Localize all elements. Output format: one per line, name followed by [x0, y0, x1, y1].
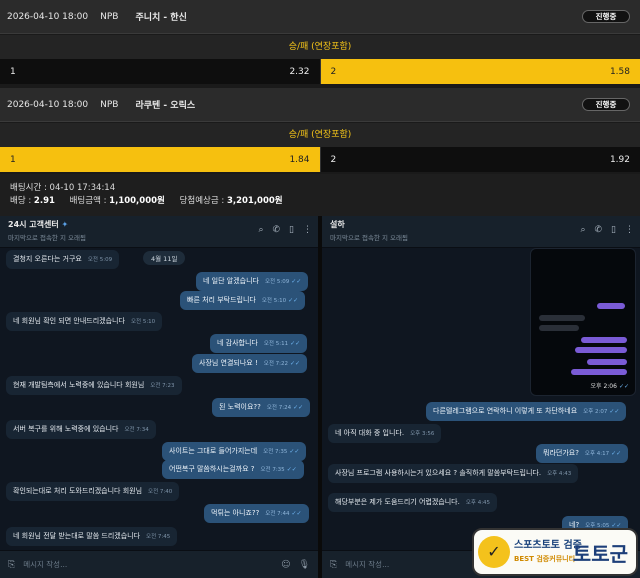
status-badge: 진행중	[582, 98, 630, 111]
phone-icon[interactable]: ✆	[273, 225, 281, 235]
logo-line1: 스포츠토토 검증	[514, 540, 582, 551]
odds-option-2[interactable]: 2 1.92	[319, 147, 640, 172]
chat-actions: ⌕ ✆ ▯ ⋮	[580, 225, 634, 235]
option-odd: 1.58	[609, 66, 630, 77]
match-date: 2026-04-10 18:00	[7, 11, 89, 22]
message-bubble: 먹튀는 아니죠?? 오전 7:44 ✓✓	[204, 504, 309, 523]
bet-summary: 배팅시간 : 04-10 17:34:14 배당 : 2.91 배팅금액 : 1…	[0, 174, 640, 216]
message-bubble: 다른텔레그램으로 연락하니 이렇게 또 차단하네요 오후 2:07 ✓✓	[426, 402, 627, 421]
message-bubble: 뭐라던가요? 오후 4:17 ✓✓	[536, 444, 629, 463]
option-odd: 1.84	[289, 154, 310, 165]
message-bubble: 네 일단 알겠습니다 오전 5:09 ✓✓	[196, 272, 309, 291]
attach-icon[interactable]: ⎘	[8, 560, 15, 570]
message-bubble: 빠른 처리 부탁드립니다 오전 5:10 ✓✓	[180, 291, 306, 310]
message-list: 결청지 오른다는 거구요 오전 5:09 4월 11일 네 일단 알겠습니다 오전 …	[0, 248, 318, 550]
message-bubble: 확인되는대로 처리 도와드리겠습니다 회원님 오전 7:40	[6, 482, 180, 501]
sidebar-icon[interactable]: ▯	[611, 225, 616, 235]
status-badge: 진행중	[582, 10, 630, 23]
message-bubble: 해당부분은 제가 도움드리기 어렵겠습니다. 오후 4:45	[328, 493, 498, 512]
more-icon[interactable]: ⋮	[625, 225, 634, 235]
sidebar-icon[interactable]: ▯	[289, 225, 294, 235]
option-label: 2	[330, 66, 337, 77]
odds-option-1[interactable]: 1 1.84	[0, 147, 320, 172]
odds-row: 1 1.84 2 1.92	[0, 147, 640, 172]
market-title: 승/패 (연장포함)	[0, 35, 640, 59]
message-bubble: 사장님 연결되나요 ! 오전 7:22 ✓✓	[192, 354, 308, 373]
message-bubble: 사장님 프로그램 사용하시는거 있으세요 ? 솔직하게 말씀부탁드립니다. 오후 …	[328, 464, 579, 483]
shared-screenshot-image[interactable]: 오후 2:06 ✓✓	[530, 248, 636, 396]
message-bubble: 된 노력이요?? 오전 7:24 ✓✓	[212, 398, 311, 417]
message-bubble: 서버 복구를 위해 노력중에 있습니다 오전 7:34	[6, 420, 156, 439]
option-label: 1	[10, 66, 16, 77]
match-date: 2026-04-10 18:00	[7, 99, 89, 110]
watermark-logo: ✓ 스포츠토토 검증 BEST 검증커뮤니티 토토군	[472, 528, 638, 576]
message-list: 오후 2:06 ✓✓ 다른텔레그램으로 연락하니 이렇게 또 차단하네요 오후 2:…	[322, 248, 640, 550]
message-bubble: 사이트는 그대로 들어가지는데 오전 7:35 ✓✓	[162, 442, 307, 461]
chat-header: 24시 고객센터 ✦ 마지막으로 접속한 지 오래됨 ⌕ ✆ ▯ ⋮	[0, 216, 318, 248]
odds-label: 배당 :	[10, 196, 32, 206]
odds-row: 1 2.32 2 1.58	[0, 59, 640, 84]
verified-icon: ✦	[61, 220, 69, 229]
message-input[interactable]: 메시지 작성...	[23, 559, 273, 570]
chat-panel-seolha: 설하 마지막으로 접속한 지 오래됨 ⌕ ✆ ▯ ⋮ 오후 2:06 ✓✓ 다른텔…	[322, 216, 640, 578]
match-teams: 라쿠텐 - 오릭스	[135, 101, 196, 111]
amount-value: 1,100,000원	[109, 196, 165, 206]
odds-option-1[interactable]: 1 2.32	[0, 59, 320, 84]
odds-value: 2.91	[33, 196, 55, 206]
mic-icon[interactable]: 🎙	[299, 560, 310, 570]
amount-label: 배팅금액 :	[69, 196, 107, 206]
message-bubble: 현재 개발팀측에서 노력중에 있습니다 회원님 오전 7:23	[6, 376, 182, 395]
screenshot-time: 오후 2:06 ✓✓	[590, 383, 629, 390]
bet-time: 배팅시간 : 04-10 17:34:14	[10, 183, 116, 193]
logo-mascot-icon: ✓	[478, 536, 510, 568]
chat-header: 설하 마지막으로 접속한 지 오래됨 ⌕ ✆ ▯ ⋮	[322, 216, 640, 248]
market-title: 승/패 (연장포함)	[0, 123, 640, 147]
logo-line2: BEST 검증커뮤니티	[514, 555, 576, 563]
option-label: 1	[10, 154, 16, 165]
message-bubble: 어떤복구 말씀하시는걸까요 ? 오전 7:35 ✓✓	[162, 460, 304, 479]
search-icon[interactable]: ⌕	[258, 225, 263, 235]
message-bubble: 네 회원님 확인 되면 안내드리겠습니다 오전 5:10	[6, 312, 163, 331]
chat-panel-support: 24시 고객센터 ✦ 마지막으로 접속한 지 오래됨 ⌕ ✆ ▯ ⋮ 결청지 오…	[0, 216, 318, 578]
option-odd: 1.92	[609, 154, 630, 165]
date-separator: 4월 11일	[143, 251, 186, 265]
option-odd: 2.32	[289, 66, 310, 77]
message-bubble: 네 아직 대화 중 입니다. 오후 3:56	[328, 424, 442, 443]
match-teams: 주니치 - 한신	[135, 13, 187, 23]
emoji-icon[interactable]: ☺	[281, 560, 290, 570]
attach-icon[interactable]: ⎘	[330, 560, 337, 570]
message-bubble: 네 감사합니다 오전 5:11 ✓✓	[210, 334, 308, 353]
more-icon[interactable]: ⋮	[303, 225, 312, 235]
match-league: NPB	[100, 99, 119, 110]
chat-actions: ⌕ ✆ ▯ ⋮	[258, 225, 312, 235]
payout-value: 3,201,000원	[226, 196, 283, 206]
odds-option-2[interactable]: 2 1.58	[319, 59, 640, 84]
message-bubble: 결청지 오른다는 거구요 오전 5:09	[6, 250, 120, 269]
phone-icon[interactable]: ✆	[595, 225, 603, 235]
logo-brand: 토토군	[572, 542, 628, 566]
match-league: NPB	[100, 11, 119, 22]
payout-label: 당첨예상금 :	[179, 196, 225, 206]
message-input-bar: ⎘ 메시지 작성... ☺ 🎙	[0, 550, 318, 578]
match-header: 2026-04-10 18:00 NPB 라쿠텐 - 오릭스 진행중	[0, 88, 640, 122]
message-bubble: 네 회원님 전달 받는대로 말씀 드리겠습니다 오전 7:45	[6, 527, 178, 546]
match-header: 2026-04-10 18:00 NPB 주니치 - 한신 진행중	[0, 0, 640, 34]
option-label: 2	[330, 154, 337, 165]
search-icon[interactable]: ⌕	[580, 225, 585, 235]
